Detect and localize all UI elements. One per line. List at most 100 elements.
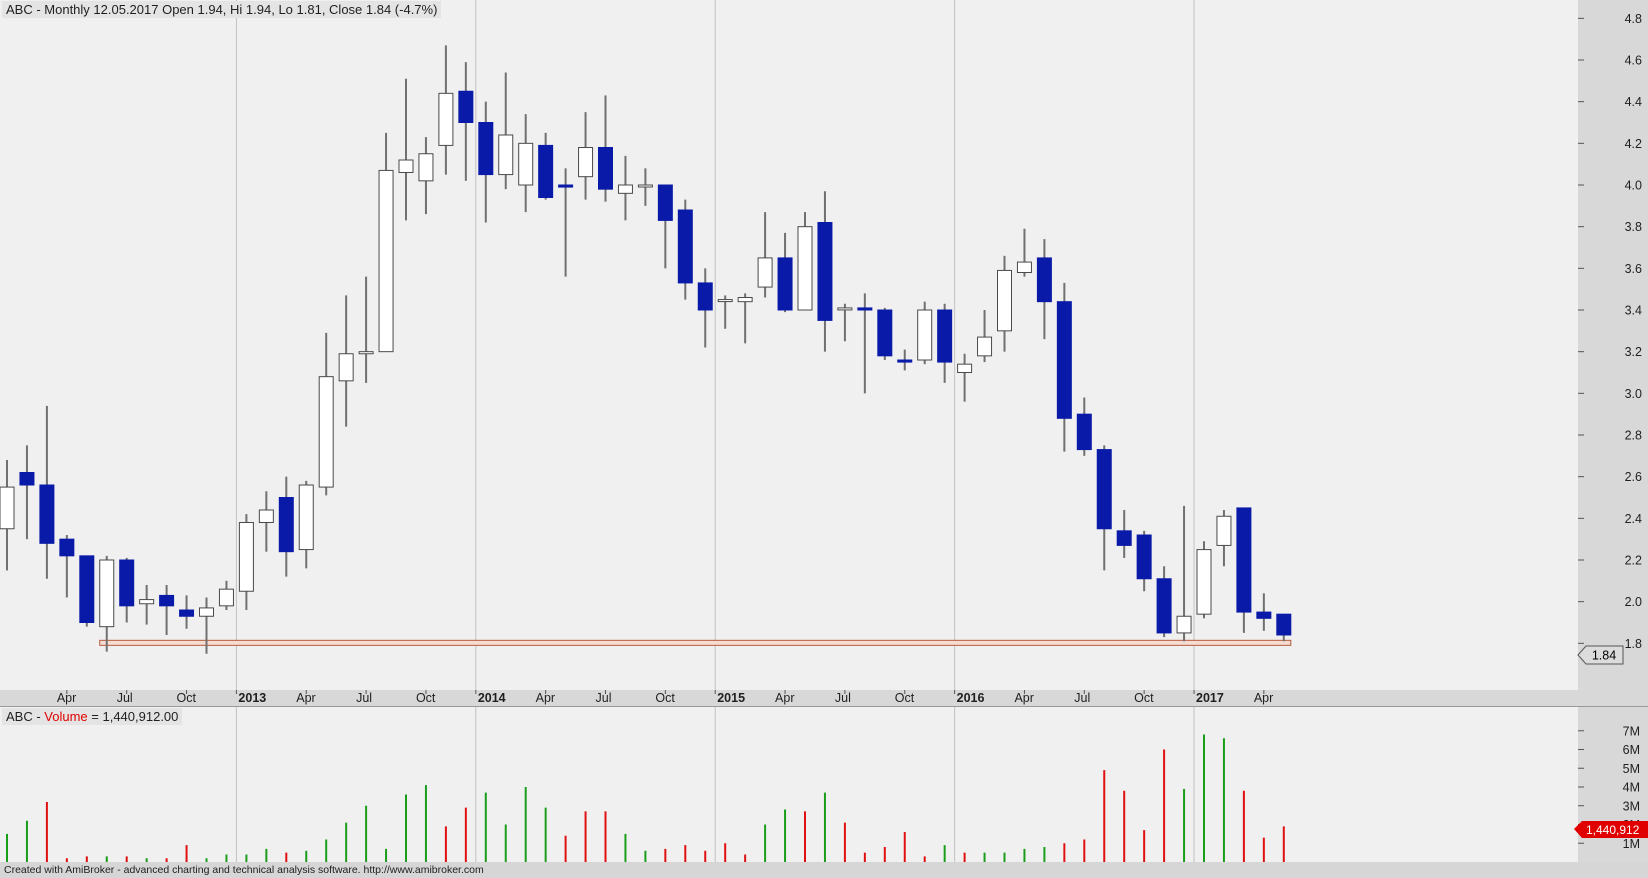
candle-up bbox=[757, 257, 773, 288]
candle-down bbox=[1096, 449, 1112, 530]
candle-down bbox=[19, 472, 35, 486]
support-band bbox=[99, 639, 1292, 646]
candle-down bbox=[1256, 611, 1272, 619]
candle-down bbox=[598, 147, 613, 190]
date-tick-label: Apr bbox=[536, 691, 555, 705]
candle-down bbox=[1036, 257, 1052, 303]
volume-title-value: = 1,440,912.00 bbox=[87, 709, 179, 724]
price-tick-label: 4.4 bbox=[1625, 95, 1642, 109]
candle-down bbox=[278, 497, 294, 553]
candle-up bbox=[139, 599, 155, 605]
volume-title-prefix: ABC - bbox=[6, 709, 45, 724]
price-tick-label: 4.8 bbox=[1625, 12, 1642, 26]
last-volume-label: 1,440,912 bbox=[1586, 823, 1640, 837]
candle-down bbox=[79, 555, 95, 623]
candle-down bbox=[179, 609, 195, 617]
candle-up bbox=[338, 353, 354, 382]
candle-down bbox=[538, 144, 554, 199]
candle-up bbox=[717, 299, 733, 303]
candle-up bbox=[99, 559, 115, 628]
date-tick-label: Apr bbox=[1014, 691, 1033, 705]
price-tick-label: 1.8 bbox=[1625, 637, 1642, 651]
candle-up bbox=[238, 522, 254, 592]
price-chart-title: ABC - Monthly 12.05.2017 Open 1.94, Hi 1… bbox=[2, 1, 442, 18]
candle-down bbox=[777, 257, 793, 311]
date-tick-label: Jul bbox=[1074, 691, 1090, 705]
candle-up bbox=[957, 363, 973, 373]
candle-down bbox=[159, 594, 175, 607]
volume-tick-label: 1M bbox=[1623, 837, 1640, 851]
date-tick-label: 2016 bbox=[957, 691, 985, 705]
candle-up bbox=[358, 351, 374, 355]
footer-credit: Created with AmiBroker - advanced charti… bbox=[0, 862, 1648, 878]
candle-down bbox=[1076, 413, 1092, 451]
candle-down bbox=[1116, 530, 1132, 546]
date-tick-label: Apr bbox=[296, 691, 315, 705]
candle-up bbox=[318, 376, 334, 488]
candle-up bbox=[199, 607, 214, 617]
date-tick-label: Jul bbox=[596, 691, 612, 705]
candle-up bbox=[977, 336, 993, 357]
candle-down bbox=[39, 484, 55, 544]
candle-up bbox=[797, 226, 813, 311]
candle-up bbox=[637, 184, 653, 188]
candle-up bbox=[378, 169, 394, 353]
date-tick-label: Oct bbox=[655, 691, 675, 705]
stock-chart: 1.8 2.0 2.2 2.4 2.6 2.8 3.0 3.2 3.4 3.6 3.8 4.0 4.2 4… bbox=[0, 0, 1648, 862]
candle-down bbox=[119, 559, 135, 607]
price-tick-label: 3.0 bbox=[1625, 387, 1642, 401]
volume-tick-label: 5M bbox=[1623, 762, 1640, 776]
date-tick-label: Oct bbox=[177, 691, 197, 705]
candle-up bbox=[1176, 615, 1192, 634]
volume-tick-label: 3M bbox=[1623, 799, 1640, 813]
price-tick-label: 3.8 bbox=[1625, 220, 1642, 234]
candle-up bbox=[737, 297, 753, 303]
date-tick-label: Apr bbox=[57, 691, 76, 705]
candle-down bbox=[657, 184, 673, 221]
candle-up bbox=[0, 486, 15, 530]
candle-up bbox=[997, 269, 1012, 332]
volume-tick-label: 6M bbox=[1623, 743, 1640, 757]
candle-down bbox=[458, 90, 474, 123]
date-tick-label: 2017 bbox=[1196, 691, 1224, 705]
price-tick-label: 2.6 bbox=[1625, 470, 1642, 484]
candle-up bbox=[1196, 549, 1212, 615]
candle-down bbox=[897, 359, 913, 363]
price-tick-label: 4.2 bbox=[1625, 137, 1642, 151]
date-tick-label: 2015 bbox=[717, 691, 745, 705]
candle-down bbox=[1056, 301, 1072, 419]
candle-up bbox=[617, 184, 633, 194]
candle-up bbox=[1016, 261, 1032, 274]
date-tick-label: Oct bbox=[416, 691, 436, 705]
candle-up bbox=[298, 484, 314, 551]
candle-up bbox=[578, 147, 594, 178]
candle-up bbox=[1216, 515, 1232, 546]
candle-down bbox=[478, 122, 494, 176]
date-tick-label: Oct bbox=[895, 691, 915, 705]
price-tick-label: 3.4 bbox=[1625, 304, 1642, 318]
volume-tick-label: 4M bbox=[1623, 781, 1640, 795]
date-tick-label: 2013 bbox=[238, 691, 266, 705]
candle-down bbox=[1236, 507, 1252, 613]
date-tick-label: Jul bbox=[117, 691, 133, 705]
candle-up bbox=[837, 307, 853, 311]
price-tick-label: 4.0 bbox=[1625, 179, 1642, 193]
price-tick-label: 3.2 bbox=[1625, 345, 1642, 359]
support-line bbox=[99, 639, 1292, 646]
price-tick-label: 2.8 bbox=[1625, 429, 1642, 443]
volume-chart-title: ABC - Volume = 1,440,912.00 bbox=[2, 708, 183, 725]
price-tick-label: 2.0 bbox=[1625, 595, 1642, 609]
volume-tick-label: 7M bbox=[1623, 724, 1640, 738]
candle-down bbox=[558, 184, 574, 188]
candle-down bbox=[817, 222, 833, 321]
candle-up bbox=[498, 134, 514, 176]
date-tick-label: Oct bbox=[1134, 691, 1154, 705]
candle-down bbox=[1136, 534, 1152, 580]
date-tick-label: Jul bbox=[356, 691, 372, 705]
candle-up bbox=[518, 142, 534, 186]
candle-up bbox=[398, 159, 414, 173]
candle-up bbox=[438, 92, 454, 146]
candle-down bbox=[697, 282, 713, 311]
last-price-label: 1.84 bbox=[1592, 649, 1616, 663]
volume-title-key: Volume bbox=[44, 709, 88, 724]
